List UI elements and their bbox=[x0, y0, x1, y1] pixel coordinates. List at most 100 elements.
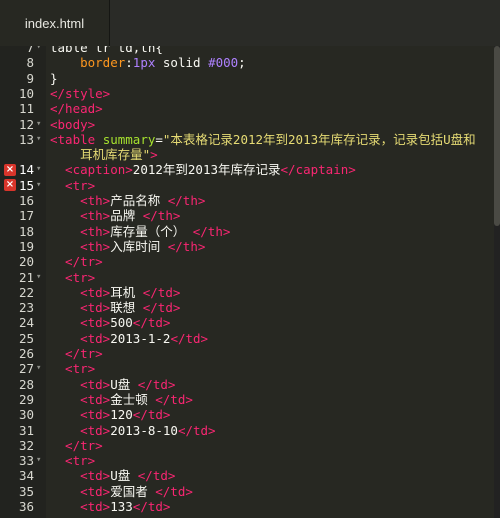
fold-toggle-icon[interactable]: ▾ bbox=[36, 453, 41, 468]
line-number: 7 bbox=[26, 46, 34, 55]
code-line[interactable]: 16 <th>产品名称 </th> bbox=[0, 193, 494, 208]
code-text: </style> bbox=[50, 86, 110, 101]
fold-toggle-icon[interactable]: ▾ bbox=[36, 117, 41, 132]
line-number: 22 bbox=[18, 284, 34, 300]
code-line[interactable]: 7 ▾ table tr td,th{ bbox=[0, 46, 494, 55]
line-number: 11 bbox=[18, 101, 34, 117]
code-token: 500 bbox=[110, 315, 133, 331]
code-token: } bbox=[50, 70, 58, 86]
code-token: 金士顿 bbox=[110, 391, 156, 407]
code-token: <td> bbox=[50, 330, 111, 346]
code-token: </td> bbox=[142, 300, 181, 316]
fold-toggle-icon[interactable]: ▾ bbox=[36, 270, 41, 285]
code-line[interactable]: × 15 ▾ <tr> bbox=[0, 178, 494, 193]
line-number: 31 bbox=[18, 422, 34, 438]
code-token: <td> bbox=[50, 499, 111, 514]
line-number: 13 bbox=[18, 131, 34, 147]
line-number: 25 bbox=[18, 330, 34, 346]
code-token: <td> bbox=[50, 407, 111, 423]
fold-toggle-icon[interactable]: ▾ bbox=[36, 178, 41, 193]
code-line[interactable]: 28 <td>U盘 </td> bbox=[0, 377, 494, 392]
line-number: 14 bbox=[18, 162, 34, 178]
code-token: <th> bbox=[50, 208, 111, 224]
code-line[interactable]: 23 <td>联想 </td> bbox=[0, 300, 494, 315]
line-number: 20 bbox=[18, 254, 34, 270]
code-text: <body> bbox=[50, 117, 95, 132]
code-text: <tr> bbox=[50, 270, 95, 285]
code-token: summary bbox=[102, 131, 156, 147]
line-number: 23 bbox=[18, 300, 34, 316]
code-token: </th> bbox=[167, 238, 206, 254]
line-number: 29 bbox=[18, 391, 34, 407]
code-token: <td> bbox=[50, 300, 111, 316]
vertical-scrollbar[interactable] bbox=[494, 46, 500, 518]
code-line[interactable]: 13 ▾ <table summary="本表格记录2012年到2013年库存记录，… bbox=[0, 132, 494, 147]
code-line[interactable]: 耳机库存量"> bbox=[0, 147, 494, 162]
code-text: } bbox=[50, 71, 58, 86]
code-token: <td> bbox=[50, 284, 111, 300]
code-line[interactable]: 21 ▾ <tr> bbox=[0, 270, 494, 285]
code-line[interactable]: 36 <td>133</td> bbox=[0, 499, 494, 514]
code-text: <tr> bbox=[50, 178, 95, 193]
code-line[interactable]: 11 </head> bbox=[0, 101, 494, 116]
code-line[interactable]: 17 <th>品牌 </th> bbox=[0, 208, 494, 223]
code-line[interactable]: 33 ▾ <tr> bbox=[0, 453, 494, 468]
code-line[interactable]: × 14 ▾ <caption>2012年到2013年库存记录</captain> bbox=[0, 162, 494, 177]
code-line[interactable]: 24 <td>500</td> bbox=[0, 315, 494, 330]
code-token: </td> bbox=[132, 407, 171, 423]
code-line[interactable]: 26 </tr> bbox=[0, 346, 494, 361]
code-token: </td> bbox=[137, 468, 176, 484]
code-line[interactable]: 30 <td>120</td> bbox=[0, 407, 494, 422]
code-line[interactable]: 34 <td>U盘 </td> bbox=[0, 468, 494, 483]
code-line[interactable]: 12 ▾ <body> bbox=[0, 117, 494, 132]
code-token: </th> bbox=[167, 193, 206, 208]
code-token: <th> bbox=[50, 223, 111, 239]
code-line[interactable]: 22 <td>耳机 </td> bbox=[0, 285, 494, 300]
fold-toggle-icon[interactable]: ▾ bbox=[36, 361, 41, 376]
code-token: </style> bbox=[50, 85, 111, 101]
code-text: <td>120</td> bbox=[50, 407, 170, 422]
fold-toggle-icon[interactable]: ▾ bbox=[36, 162, 41, 177]
code-token: U盘 bbox=[110, 376, 138, 392]
code-line[interactable]: 31 <td>2013-8-10</td> bbox=[0, 423, 494, 438]
code-line[interactable]: 19 <th>入库时间 </th> bbox=[0, 239, 494, 254]
line-number: 8 bbox=[26, 55, 34, 71]
line-number: 26 bbox=[18, 346, 34, 361]
code-text: <td>耳机 </td> bbox=[50, 285, 180, 300]
code-text: </head> bbox=[50, 101, 103, 116]
code-editor[interactable]: 7 ▾ table tr td,th{8 border:1px solid #000… bbox=[0, 46, 500, 518]
fold-toggle-icon[interactable]: ▾ bbox=[36, 46, 41, 55]
code-token: 2013-1-2 bbox=[110, 330, 171, 346]
code-text: <td>金士顿 </td> bbox=[50, 392, 193, 407]
code-token: 2012年到2013年库存记录 bbox=[132, 162, 281, 178]
tab-index-html[interactable]: index.html bbox=[0, 0, 110, 46]
code-token: </td> bbox=[155, 391, 193, 407]
line-number: 34 bbox=[18, 468, 34, 484]
code-text: <th>品牌 </th> bbox=[50, 208, 180, 223]
code-token: 库存量（个） bbox=[110, 223, 193, 239]
code-line[interactable]: 35 <td>爱国者 </td> bbox=[0, 484, 494, 499]
code-line[interactable]: 9} bbox=[0, 71, 494, 86]
code-token: </th> bbox=[142, 208, 181, 224]
code-token: : bbox=[125, 55, 133, 71]
code-line[interactable]: 25 <td>2013-1-2</td> bbox=[0, 331, 494, 346]
code-token: <tr> bbox=[50, 361, 96, 377]
code-token: <tr> bbox=[50, 269, 96, 285]
code-line[interactable]: 32 </tr> bbox=[0, 438, 494, 453]
code-line[interactable]: 29 <td>金士顿 </td> bbox=[0, 392, 494, 407]
code-token: </th> bbox=[192, 223, 231, 239]
code-line[interactable]: 10 </style> bbox=[0, 86, 494, 101]
code-token: solid bbox=[155, 55, 209, 71]
code-token: ; bbox=[238, 55, 246, 71]
line-number: 17 bbox=[18, 208, 34, 224]
code-line[interactable]: 20 </tr> bbox=[0, 254, 494, 269]
code-line[interactable]: 27 ▾ <tr> bbox=[0, 361, 494, 376]
scrollbar-thumb[interactable] bbox=[494, 46, 500, 226]
code-line[interactable]: 8 border:1px solid #000; bbox=[0, 55, 494, 70]
code-token: </head> bbox=[50, 101, 103, 117]
code-token: table tr td,th{ bbox=[50, 46, 163, 55]
line-number: 12 bbox=[18, 116, 34, 132]
fold-toggle-icon[interactable]: ▾ bbox=[36, 132, 41, 147]
line-number: 27 bbox=[18, 361, 34, 377]
code-line[interactable]: 18 <th>库存量（个） </th> bbox=[0, 224, 494, 239]
